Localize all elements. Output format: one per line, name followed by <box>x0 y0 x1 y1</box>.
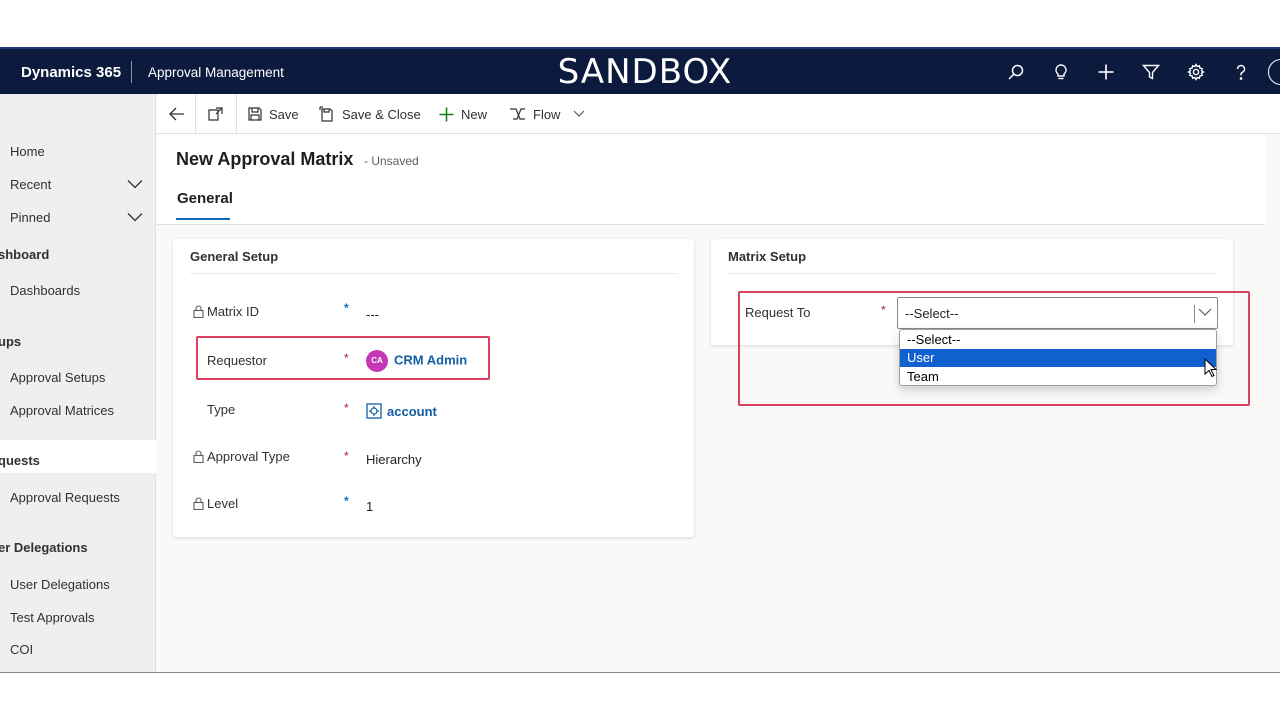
save-and-close-label: Save & Close <box>342 106 421 122</box>
section-divider <box>190 273 678 274</box>
required-marker: * <box>344 401 349 415</box>
requestor-highlight-box <box>196 336 490 380</box>
sidebar-item-dashboards[interactable]: Dashboards <box>10 283 80 298</box>
entity-icon <box>366 403 382 419</box>
tab-active-underline <box>176 218 230 220</box>
sidebar-item-recent[interactable]: Recent <box>10 177 51 192</box>
type-link[interactable]: account <box>387 404 437 419</box>
flow-icon <box>510 108 525 120</box>
search-icon[interactable] <box>1004 60 1028 84</box>
plus-icon[interactable] <box>1094 60 1118 84</box>
sidebar-group-delegations: er Delegations <box>0 540 88 555</box>
environment-banner: SANDBOX <box>557 52 733 92</box>
flow-button[interactable]: Flow <box>509 94 592 134</box>
sitemap-sidebar: Home Recent Pinned shboard Dashboards up… <box>0 94 156 672</box>
save-close-icon <box>319 106 333 122</box>
sidebar-item-pinned[interactable]: Pinned <box>10 210 50 225</box>
lock-icon <box>193 497 204 510</box>
section-divider <box>728 273 1217 274</box>
level-value: 1 <box>366 499 374 514</box>
save-status: - Unsaved <box>364 154 419 168</box>
matrix-id-value: --- <box>366 307 379 322</box>
form-header: New Approval Matrix - Unsaved General <box>157 134 1265 225</box>
level-label-text: Level <box>207 496 239 511</box>
section-title: Matrix Setup <box>728 249 807 264</box>
lock-icon <box>193 450 204 463</box>
chevron-down-icon[interactable] <box>127 179 143 189</box>
back-button[interactable] <box>169 94 192 134</box>
sidebar-group-setups: ups <box>0 334 22 349</box>
top-navigation-bar: Dynamics 365 Approval Management SANDBOX <box>0 47 1280 94</box>
recommended-marker: * <box>344 494 349 508</box>
tab-general[interactable]: General <box>177 190 233 207</box>
new-label: New <box>461 106 488 122</box>
general-setup-section: General Setup Matrix ID * --- Requestor … <box>173 239 694 537</box>
required-marker: * <box>344 449 349 463</box>
filter-icon[interactable] <box>1139 60 1163 84</box>
lightbulb-icon[interactable] <box>1049 60 1073 84</box>
lock-icon <box>193 305 204 318</box>
gear-icon[interactable] <box>1184 60 1208 84</box>
matrix-id-label: Matrix ID <box>193 304 259 319</box>
sidebar-group-requests: quests <box>0 453 40 468</box>
command-separator <box>236 94 237 134</box>
command-separator <box>195 94 196 134</box>
flow-label: Flow <box>533 106 561 122</box>
popout-icon <box>208 107 223 121</box>
sidebar-item-approval-requests[interactable]: Approval Requests <box>10 490 120 505</box>
sidebar-item-home[interactable]: Home <box>10 144 45 159</box>
recommended-marker: * <box>344 301 349 315</box>
help-icon[interactable] <box>1229 60 1253 84</box>
matrix-id-label-text: Matrix ID <box>207 304 259 319</box>
level-label: Level <box>193 496 238 511</box>
chevron-down-icon <box>574 110 585 117</box>
sidebar-item-test-approvals[interactable]: Test Approvals <box>10 610 95 625</box>
save-button[interactable]: Save <box>248 94 299 134</box>
sidebar-item-approval-setups[interactable]: Approval Setups <box>10 370 105 385</box>
approval-type-label: Approval Type <box>193 449 290 464</box>
page-title: New Approval Matrix <box>176 149 354 169</box>
sidebar-group-dashboard: shboard <box>0 247 50 262</box>
save-and-close-button[interactable]: Save & Close <box>319 94 421 134</box>
chevron-down-icon[interactable] <box>127 212 143 222</box>
save-icon <box>248 107 262 121</box>
sidebar-item-approval-matrices[interactable]: Approval Matrices <box>10 403 114 418</box>
plus-icon <box>439 107 454 121</box>
type-value[interactable]: account <box>366 403 437 419</box>
approval-type-value: Hierarchy <box>366 452 422 467</box>
approval-type-label-text: Approval Type <box>207 449 290 464</box>
open-in-new-window-button[interactable] <box>208 94 231 134</box>
section-title: General Setup <box>190 249 279 264</box>
sidebar-item-coi[interactable]: COI <box>10 642 33 657</box>
new-button[interactable]: New <box>439 94 487 134</box>
request-to-highlight-box <box>738 291 1250 406</box>
back-arrow-icon <box>169 107 184 121</box>
type-label: Type <box>207 402 236 417</box>
command-bar: Save Save & Close New Flow <box>157 94 1280 134</box>
sidebar-item-user-delegations[interactable]: User Delegations <box>10 577 110 592</box>
save-label: Save <box>269 106 299 122</box>
